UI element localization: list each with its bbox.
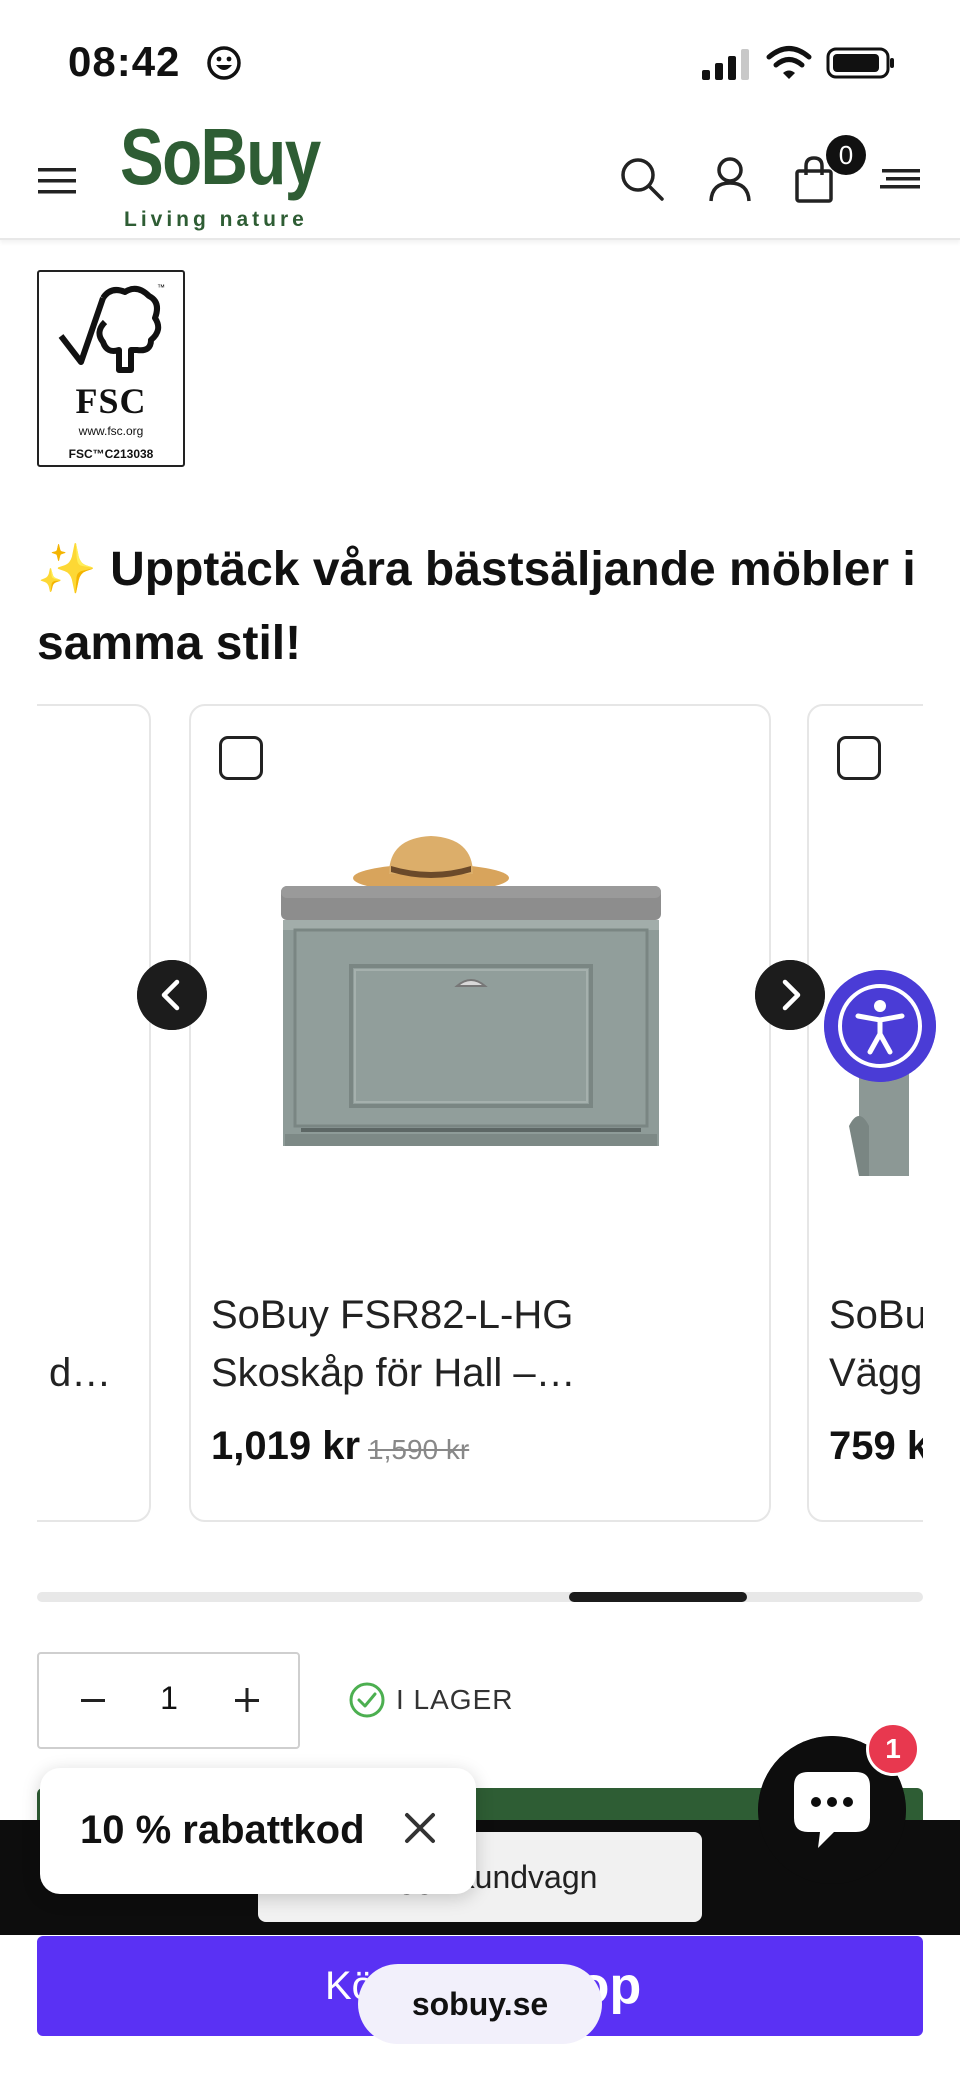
quantity-decrease-button[interactable] [75, 1682, 111, 1718]
product-title-line2: d… [49, 1351, 112, 1395]
brand-logo[interactable]: SoBuy Living nature [120, 115, 330, 235]
sale-price: 1,019 kr [211, 1424, 361, 1468]
fsc-code: FSC™C213038 [68, 447, 154, 461]
original-price: 1,590 kr [368, 1434, 470, 1465]
product-price: 1,019 kr 1,590 kr [211, 1424, 469, 1469]
section-title: ✨ Upptäck våra bästsäljande möbler i sam… [37, 543, 916, 670]
hamburger-menu-icon[interactable] [38, 165, 76, 197]
stock-status: I LAGER [348, 1680, 513, 1720]
product-price: 759 k [829, 1424, 923, 1468]
smiley-icon [207, 46, 241, 80]
check-circle-icon [349, 1682, 385, 1718]
chat-unread-badge: 1 [866, 1722, 920, 1776]
product-card[interactable]: d… [37, 704, 151, 1522]
brand-tagline: Living nature [124, 208, 308, 231]
wifi-icon [766, 46, 812, 79]
svg-text:™: ™ [157, 283, 165, 292]
carousel-next-button[interactable] [755, 960, 825, 1030]
carousel-scrollbar[interactable] [37, 1592, 923, 1602]
discount-code-popup[interactable]: 10 % rabattkod [40, 1768, 476, 1894]
site-header: SoBuy Living nature 0 [0, 115, 960, 240]
minus-icon [81, 1699, 105, 1702]
cart-count-badge: 0 [826, 135, 866, 175]
fsc-url: www.fsc.org [78, 424, 144, 438]
fsc-certification-logo: ™ FSC www.fsc.org FSC™C213038 [37, 270, 185, 467]
fsc-name: FSC [75, 381, 147, 421]
product-image-fragment [47, 856, 53, 916]
product-card[interactable]: SoBu Vägg 759 k [807, 704, 923, 1522]
product-card[interactable]: SoBuy FSR82-L-HG Skoskåp för Hall –… 1,0… [189, 704, 771, 1522]
carousel-prev-button[interactable] [137, 960, 207, 1030]
product-image[interactable] [281, 816, 681, 1146]
discount-label[interactable]: 10 % rabattkod [80, 1808, 365, 1853]
close-icon[interactable] [402, 1810, 438, 1846]
accessibility-widget-button[interactable] [824, 970, 936, 1082]
account-icon[interactable] [706, 155, 754, 203]
product-image [849, 1066, 909, 1176]
product-title-line1[interactable]: SoBuy FSR82-L-HG [211, 1286, 573, 1344]
product-title-line2[interactable]: Skoskåp för Hall –… [211, 1344, 576, 1402]
status-time: 08:42 [68, 38, 181, 85]
page: 08:42 SoBuy Living nature 0 ™ FSC www.fs… [0, 0, 960, 2078]
battery-icon [826, 47, 894, 79]
cellular-signal-icon [702, 49, 749, 80]
filter-menu-icon[interactable] [878, 155, 924, 203]
quantity-value[interactable]: 1 [149, 1680, 189, 1717]
status-bar: 08:42 [0, 0, 960, 115]
quantity-stepper: 1 [37, 1652, 300, 1749]
quantity-increase-button[interactable] [229, 1682, 265, 1718]
search-icon[interactable] [618, 155, 666, 203]
carousel-scrollbar-thumb[interactable] [569, 1592, 747, 1602]
product-carousel[interactable]: d… SoBuy FSR82-L-HG Skoskåp för Hall –… … [37, 704, 923, 1526]
brand-name: SoBuy [120, 112, 321, 201]
compare-checkbox[interactable] [219, 736, 263, 780]
fsc-tree-icon: ™ [58, 283, 165, 373]
compare-checkbox[interactable] [837, 736, 881, 780]
browser-url-bar[interactable]: sobuy.se [358, 1964, 602, 2044]
product-title-line1[interactable]: SoBu [829, 1286, 923, 1344]
stock-label: I LAGER [396, 1684, 514, 1715]
product-title-line2[interactable]: Vägg [829, 1344, 922, 1402]
